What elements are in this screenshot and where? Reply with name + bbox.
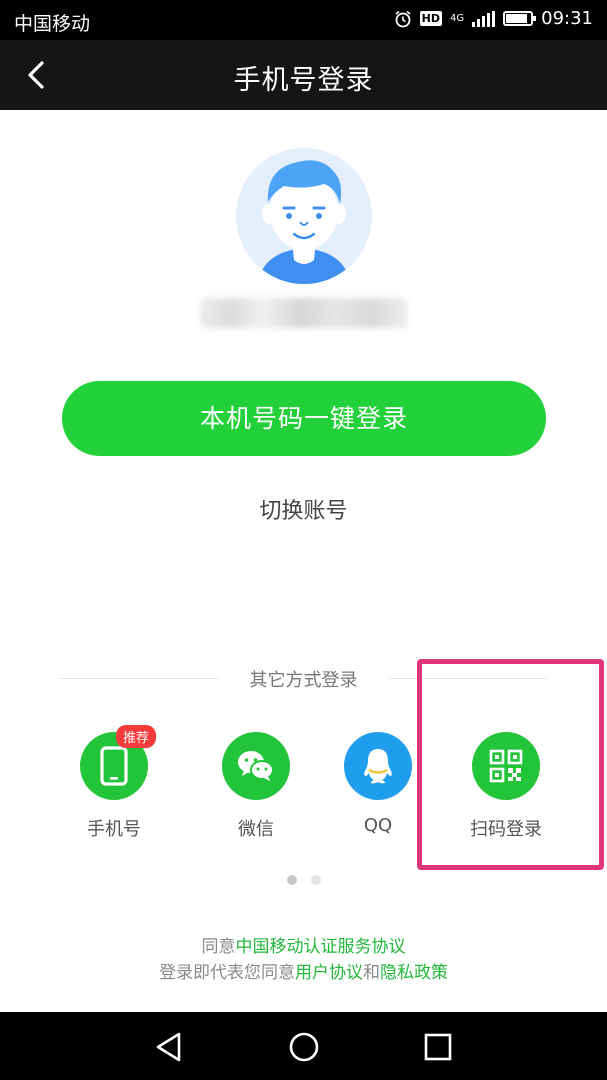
one-click-login-button[interactable]: 本机号码一键登录 (62, 381, 546, 456)
qq-icon (364, 749, 392, 784)
agreement-text: 和 (363, 963, 380, 983)
user-agreement-link[interactable]: 用户协议 (295, 963, 363, 983)
page-title: 手机号登录 (233, 65, 374, 96)
battery-icon (503, 11, 537, 26)
agreement-text: 登录即代表您同意 (159, 963, 295, 983)
wechat-login-button[interactable] (222, 732, 290, 800)
back-triangle-icon[interactable] (152, 1030, 186, 1064)
login-method-wechat[interactable]: 微信 (201, 732, 311, 841)
login-method-phone[interactable]: 推荐 手机号 (59, 725, 169, 841)
battery-level (506, 14, 527, 23)
phone-login-button[interactable]: 推荐 (80, 725, 157, 800)
agreement-line-2: 登录即代表您同意用户协议和隐私政策 (0, 958, 607, 983)
clock: 09:31 (541, 8, 593, 29)
system-nav-bar (0, 1012, 607, 1080)
method-label: 手机号 (87, 819, 141, 840)
network-type: 4G (450, 13, 465, 24)
alarm-icon (395, 10, 411, 27)
recommend-badge: 推荐 (116, 725, 157, 748)
recents-square-icon[interactable] (421, 1030, 455, 1064)
agreement-text: 同意 (201, 937, 236, 957)
privacy-policy-link[interactable]: 隐私政策 (380, 963, 448, 983)
scan-login-highlight (417, 659, 604, 870)
qq-login-button[interactable] (344, 732, 412, 800)
page-indicator (0, 875, 607, 885)
method-label: 微信 (238, 819, 274, 840)
page-dot-1 (286, 875, 297, 885)
signal-icon (472, 10, 496, 27)
switch-account-link[interactable]: 切换账号 (0, 493, 607, 525)
status-bar: 中国移动 HD 4G 09:31 (0, 0, 607, 40)
masked-phone-number (200, 298, 408, 328)
status-icons: HD 4G 09:31 (394, 8, 593, 29)
hd-icon: HD (419, 11, 442, 26)
home-circle-icon[interactable] (287, 1030, 321, 1064)
phone-icon (100, 746, 128, 786)
page-dot-2 (310, 875, 321, 885)
agreement-line-1: 同意中国移动认证服务协议 (0, 932, 607, 957)
avatar (236, 148, 372, 284)
carrier-name: 中国移动 (14, 13, 91, 35)
cmcc-auth-agreement-link[interactable]: 中国移动认证服务协议 (236, 937, 406, 957)
wechat-icon (238, 751, 274, 781)
avatar-face-icon (258, 160, 350, 284)
title-bar: 手机号登录 (0, 40, 607, 110)
